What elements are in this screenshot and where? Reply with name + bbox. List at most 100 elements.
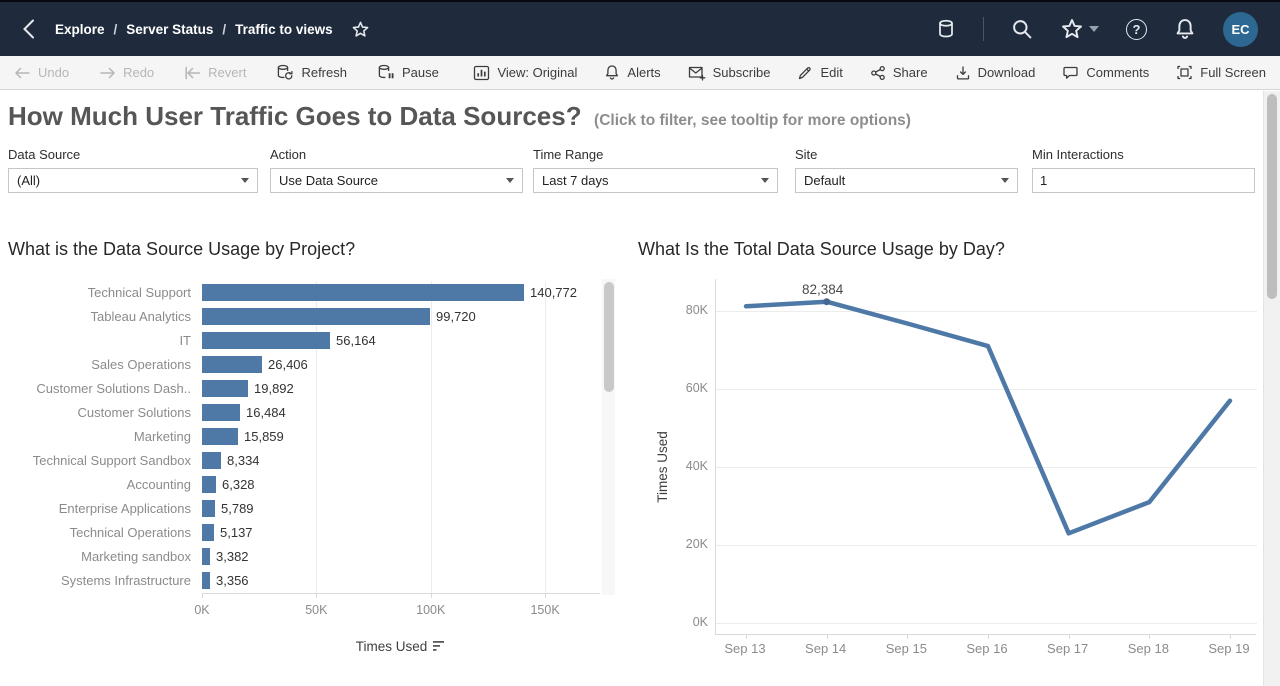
filter-label: Data Source: [8, 147, 258, 162]
bar-category-label: Marketing sandbox: [0, 545, 191, 569]
bar[interactable]: [202, 548, 210, 565]
breadcrumb-server-status[interactable]: Server Status: [126, 22, 213, 37]
filter-data-source: Data Source (All): [8, 147, 258, 193]
refresh-button[interactable]: Refresh: [276, 64, 347, 81]
page-scrollbar-thumb[interactable]: [1267, 94, 1277, 299]
bar-category-label: Technical Support: [0, 281, 191, 305]
bar[interactable]: [202, 380, 248, 397]
bar-chart-axis-tick: [431, 594, 432, 598]
bar-chart-gridline: [316, 281, 317, 593]
help-icon[interactable]: ?: [1126, 19, 1147, 40]
breadcrumb-separator: /: [114, 22, 118, 37]
data-source-dropdown[interactable]: (All): [8, 168, 258, 193]
line-chart: [715, 279, 1256, 635]
bar-chart-axis-line: [202, 593, 600, 594]
bar[interactable]: [202, 572, 210, 589]
line-chart-y-tick-label: 20K: [656, 537, 708, 551]
annotated-data-point[interactable]: [823, 298, 830, 305]
time-range-dropdown[interactable]: Last 7 days: [533, 168, 778, 193]
bar-chart-x-tick-label: 100K: [396, 603, 466, 617]
notifications-bell-icon[interactable]: [1174, 17, 1196, 41]
line-chart-y-tick-label: 40K: [656, 459, 708, 473]
bell-icon: [604, 64, 620, 81]
filter-label: Site: [795, 147, 1018, 162]
view-original-button[interactable]: View: Original: [473, 65, 577, 81]
filter-label: Action: [270, 147, 523, 162]
alerts-button[interactable]: Alerts: [604, 64, 660, 81]
favorites-star-icon: [1060, 17, 1084, 41]
view-toolbar: Undo Redo Revert Refresh Pause View: Ori…: [0, 56, 1280, 90]
subscribe-envelope-icon: [688, 65, 706, 81]
bar-value-label: 3,356: [216, 569, 249, 593]
action-dropdown[interactable]: Use Data Source: [270, 168, 523, 193]
bar[interactable]: [202, 356, 262, 373]
bar-chart-gridline: [545, 281, 546, 593]
data-sources-icon[interactable]: [936, 17, 956, 41]
line-chart-title: What Is the Total Data Source Usage by D…: [638, 239, 1005, 260]
bar[interactable]: [202, 404, 240, 421]
page-subtitle: (Click to filter, see tooltip for more o…: [594, 112, 911, 129]
bar[interactable]: [202, 500, 215, 517]
undo-button[interactable]: Undo: [14, 65, 69, 80]
bar-category-label: Marketing: [0, 425, 191, 449]
refresh-data-icon: [276, 64, 294, 81]
bar-chart-axis-tick: [202, 594, 203, 598]
filter-label: Time Range: [533, 147, 778, 162]
revert-button[interactable]: Revert: [184, 65, 246, 80]
bar-value-label: 15,859: [244, 425, 284, 449]
edit-button[interactable]: Edit: [797, 65, 842, 81]
back-icon[interactable]: [22, 19, 35, 39]
dashboard-content: How Much User Traffic Goes to Data Sourc…: [0, 91, 1280, 686]
bar[interactable]: [202, 524, 214, 541]
comments-button[interactable]: Comments: [1062, 65, 1149, 81]
bar[interactable]: [202, 284, 524, 301]
bar[interactable]: [202, 476, 216, 493]
bar-value-label: 5,789: [221, 497, 254, 521]
favorite-star-icon[interactable]: [351, 20, 370, 39]
dropdown-caret-icon: [1001, 178, 1009, 183]
bar[interactable]: [202, 452, 221, 469]
line-chart-axis-tick: [827, 635, 828, 639]
bar[interactable]: [202, 332, 330, 349]
fullscreen-button[interactable]: Full Screen: [1176, 65, 1266, 80]
min-interactions-input[interactable]: [1032, 168, 1255, 193]
favorites-menu[interactable]: [1060, 17, 1099, 41]
chevron-down-icon: [1089, 26, 1099, 32]
bar-chart-axis-tick: [545, 594, 546, 598]
bar-chart-scrollbar-thumb[interactable]: [604, 282, 614, 392]
redo-button[interactable]: Redo: [99, 65, 154, 80]
comment-bubble-icon: [1062, 65, 1079, 81]
line-chart-y-tick-label: 60K: [656, 381, 708, 395]
dropdown-value: Use Data Source: [279, 173, 378, 188]
bar[interactable]: [202, 428, 238, 445]
breadcrumb-explore[interactable]: Explore: [55, 22, 105, 37]
dropdown-value: Last 7 days: [542, 173, 609, 188]
filter-min-interactions: Min Interactions: [1032, 147, 1255, 193]
search-icon[interactable]: [1011, 18, 1033, 40]
line-chart-axis-tick: [907, 635, 908, 639]
dropdown-value: Default: [804, 173, 845, 188]
bar-value-label: 56,164: [336, 329, 376, 353]
bar-chart-title: What is the Data Source Usage by Project…: [8, 239, 355, 260]
bar-chart-axis-tick: [316, 594, 317, 598]
subscribe-button[interactable]: Subscribe: [688, 65, 771, 81]
pause-button[interactable]: Pause: [377, 64, 439, 81]
line-chart-axis-tick: [746, 635, 747, 639]
bar-value-label: 99,720: [436, 305, 476, 329]
bar-chart-x-axis-label[interactable]: Times Used: [202, 639, 600, 654]
line-series[interactable]: [716, 279, 1257, 635]
bar[interactable]: [202, 308, 430, 325]
share-button[interactable]: Share: [870, 65, 928, 81]
download-button[interactable]: Download: [955, 65, 1036, 81]
filter-site: Site Default: [795, 147, 1018, 193]
bar-category-label: Customer Solutions: [0, 401, 191, 425]
dropdown-value: (All): [17, 173, 40, 188]
download-icon: [955, 65, 971, 81]
avatar[interactable]: EC: [1223, 12, 1258, 47]
arrow-left-icon: [14, 66, 31, 80]
view-icon: [473, 65, 490, 81]
bar-category-label: Tableau Analytics: [0, 305, 191, 329]
line-chart-annotation: 82,384: [778, 282, 868, 297]
bar-chart-gridline: [431, 281, 432, 593]
site-dropdown[interactable]: Default: [795, 168, 1018, 193]
